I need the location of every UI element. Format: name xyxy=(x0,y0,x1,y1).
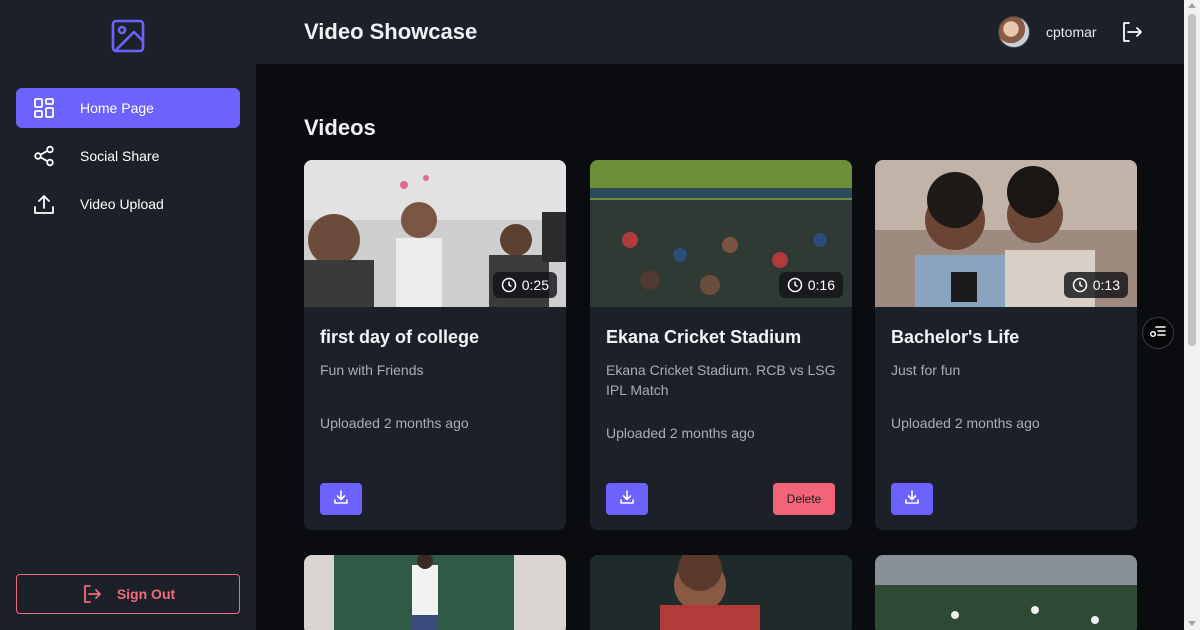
sidebar-item-video-upload[interactable]: Video Upload xyxy=(16,184,240,224)
download-icon xyxy=(904,489,920,510)
duration-badge: 0:16 xyxy=(778,272,843,298)
page-scrollbar[interactable] xyxy=(1184,0,1200,630)
video-card[interactable] xyxy=(590,555,852,630)
image-logo-icon[interactable] xyxy=(110,18,146,54)
video-description: Just for fun xyxy=(891,362,961,378)
duration-text: 0:25 xyxy=(521,277,549,293)
duration-text: 0:13 xyxy=(1092,277,1120,293)
logout-icon xyxy=(81,583,103,605)
download-icon xyxy=(619,489,635,510)
scroll-down-arrow[interactable] xyxy=(1188,621,1196,626)
video-title: Bachelor's Life xyxy=(891,327,1020,347)
sidebar-item-social-share[interactable]: Social Share xyxy=(16,136,240,176)
upload-time: Uploaded 2 months ago xyxy=(606,425,755,441)
clock-icon xyxy=(501,277,517,293)
clock-icon xyxy=(787,277,803,293)
upload-time: Uploaded 2 months ago xyxy=(891,415,1040,431)
dashboard-icon xyxy=(32,96,56,120)
delete-button[interactable]: Delete xyxy=(773,483,835,515)
scroll-up-arrow[interactable] xyxy=(1188,3,1196,8)
video-thumbnail[interactable] xyxy=(590,555,852,630)
filter-list-icon xyxy=(1149,322,1167,345)
clock-icon xyxy=(1072,277,1088,293)
username: cptomar xyxy=(1046,24,1097,40)
sidebar: Home Page Social Share Video Upload Sign… xyxy=(0,0,256,630)
duration-badge: 0:13 xyxy=(1063,272,1128,298)
duration-badge: 0:25 xyxy=(492,272,557,298)
section-title: Videos xyxy=(304,115,376,140)
main-content: Videos 0:25 first day of college Fun wit… xyxy=(256,64,1184,630)
duration-text: 0:16 xyxy=(807,277,835,293)
top-bar: Video Showcase cptomar xyxy=(256,0,1184,64)
video-card[interactable]: 0:25 first day of college Fun with Frien… xyxy=(304,160,566,530)
share-icon xyxy=(32,144,56,168)
download-button[interactable] xyxy=(606,483,648,515)
download-button[interactable] xyxy=(891,483,933,515)
sign-out-button[interactable]: Sign Out xyxy=(16,574,240,614)
sidebar-item-label: Social Share xyxy=(80,148,160,164)
logout-icon[interactable] xyxy=(1120,20,1144,44)
filter-list-button[interactable] xyxy=(1142,317,1174,349)
video-thumbnail[interactable] xyxy=(304,555,566,630)
video-title: first day of college xyxy=(320,327,480,347)
avatar[interactable] xyxy=(998,16,1030,48)
video-card[interactable]: 0:16 Ekana Cricket Stadium Ekana Cricket… xyxy=(590,160,852,530)
upload-time: Uploaded 2 months ago xyxy=(320,415,469,431)
app-title: Video Showcase xyxy=(304,19,478,44)
video-title: Ekana Cricket Stadium xyxy=(606,327,802,347)
video-description: Ekana Cricket Stadium. RCB vs LSG IPL Ma… xyxy=(606,362,836,398)
sidebar-item-label: Home Page xyxy=(80,100,154,116)
video-card[interactable]: 0:13 Bachelor's Life Just for fun Upload… xyxy=(875,160,1137,530)
sidebar-item-home-page[interactable]: Home Page xyxy=(16,88,240,128)
download-button[interactable] xyxy=(320,483,362,515)
sign-out-label: Sign Out xyxy=(116,586,176,602)
video-card[interactable] xyxy=(875,555,1137,630)
upload-icon xyxy=(32,192,56,216)
video-thumbnail[interactable] xyxy=(875,555,1137,630)
video-description: Fun with Friends xyxy=(320,362,424,378)
download-icon xyxy=(333,489,349,510)
sidebar-item-label: Video Upload xyxy=(80,196,164,212)
scrollbar-thumb[interactable] xyxy=(1188,14,1196,346)
video-card[interactable] xyxy=(304,555,566,630)
